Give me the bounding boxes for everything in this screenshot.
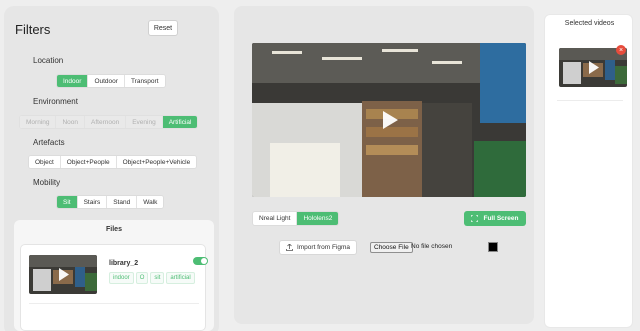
files-title: Files bbox=[106, 226, 122, 233]
files-card: Files library_2 indoor O sit artificial bbox=[14, 220, 214, 331]
source-option-hololens2[interactable]: Hololens2 bbox=[297, 212, 339, 225]
location-option-transport[interactable]: Transport bbox=[124, 75, 165, 87]
file-tag-artefact: O bbox=[135, 272, 149, 284]
selected-videos-title: Selected videos bbox=[564, 20, 615, 27]
environment-option-morning[interactable]: Morning bbox=[20, 116, 57, 128]
environment-option-afternoon[interactable]: Afternoon bbox=[85, 116, 127, 128]
selected-video-thumbnail[interactable] bbox=[559, 48, 627, 87]
mobility-group: Sit Stairs Stand Walk bbox=[56, 195, 165, 209]
video-player[interactable] bbox=[252, 43, 526, 197]
mobility-label: Mobility bbox=[33, 178, 61, 187]
mobility-option-stand[interactable]: Stand bbox=[107, 196, 138, 208]
artefacts-group: Object Object+People Object+People+Vehic… bbox=[28, 155, 198, 169]
mobility-option-sit[interactable]: Sit bbox=[57, 196, 78, 208]
file-thumbnail[interactable] bbox=[29, 255, 97, 294]
fullscreen-button[interactable]: Full Screen bbox=[464, 211, 526, 226]
import-label: Import from Figma bbox=[296, 244, 351, 251]
remove-video-button[interactable]: × bbox=[616, 45, 626, 55]
device-source-group: Nreal Light Hololens2 bbox=[252, 211, 340, 226]
artefacts-option-object-people[interactable]: Object+People bbox=[60, 156, 117, 168]
reset-button[interactable]: Reset bbox=[148, 20, 178, 36]
location-option-outdoor[interactable]: Outdoor bbox=[88, 75, 125, 87]
location-group: Indoor Outdoor Transport bbox=[56, 74, 166, 88]
selected-videos-panel: Selected videos × bbox=[544, 14, 633, 328]
environment-group: Morning Noon Afternoon Evening Artificia… bbox=[19, 115, 199, 129]
file-tag-mobility: sit bbox=[150, 272, 165, 284]
file-name: library_2 bbox=[109, 260, 139, 267]
environment-option-evening[interactable]: Evening bbox=[126, 116, 163, 128]
file-divider bbox=[29, 303, 199, 304]
choose-file-button[interactable]: Choose File bbox=[370, 242, 413, 253]
artefacts-option-object-people-vehicle[interactable]: Object+People+Vehicle bbox=[116, 156, 197, 168]
expand-icon bbox=[471, 215, 479, 222]
mobility-option-walk[interactable]: Walk bbox=[137, 196, 164, 208]
file-item[interactable]: library_2 indoor O sit artificial bbox=[20, 244, 208, 331]
environment-option-noon[interactable]: Noon bbox=[56, 116, 86, 128]
file-enable-toggle[interactable] bbox=[193, 257, 208, 265]
file-tags: indoor O sit artificial bbox=[109, 272, 195, 284]
upload-icon bbox=[286, 244, 293, 251]
file-tag-environment: artificial bbox=[166, 272, 195, 284]
environment-option-artificial[interactable]: Artificial bbox=[162, 116, 198, 128]
selected-divider bbox=[557, 100, 623, 101]
environment-label: Environment bbox=[33, 97, 78, 106]
mobility-option-stairs[interactable]: Stairs bbox=[77, 196, 108, 208]
source-option-nreal-light[interactable]: Nreal Light bbox=[253, 212, 298, 225]
artefacts-label: Artefacts bbox=[33, 138, 65, 147]
fullscreen-label: Full Screen bbox=[483, 215, 519, 222]
close-icon: × bbox=[618, 46, 624, 54]
file-tag-location: indoor bbox=[109, 272, 134, 284]
location-option-indoor[interactable]: Indoor bbox=[57, 75, 89, 87]
import-from-figma-button[interactable]: Import from Figma bbox=[279, 240, 357, 255]
filters-title: Filters bbox=[15, 22, 51, 37]
color-picker[interactable] bbox=[488, 242, 498, 252]
location-label: Location bbox=[33, 56, 64, 65]
artefacts-option-object[interactable]: Object bbox=[29, 156, 61, 168]
file-status-text: No file chosen bbox=[411, 243, 453, 250]
